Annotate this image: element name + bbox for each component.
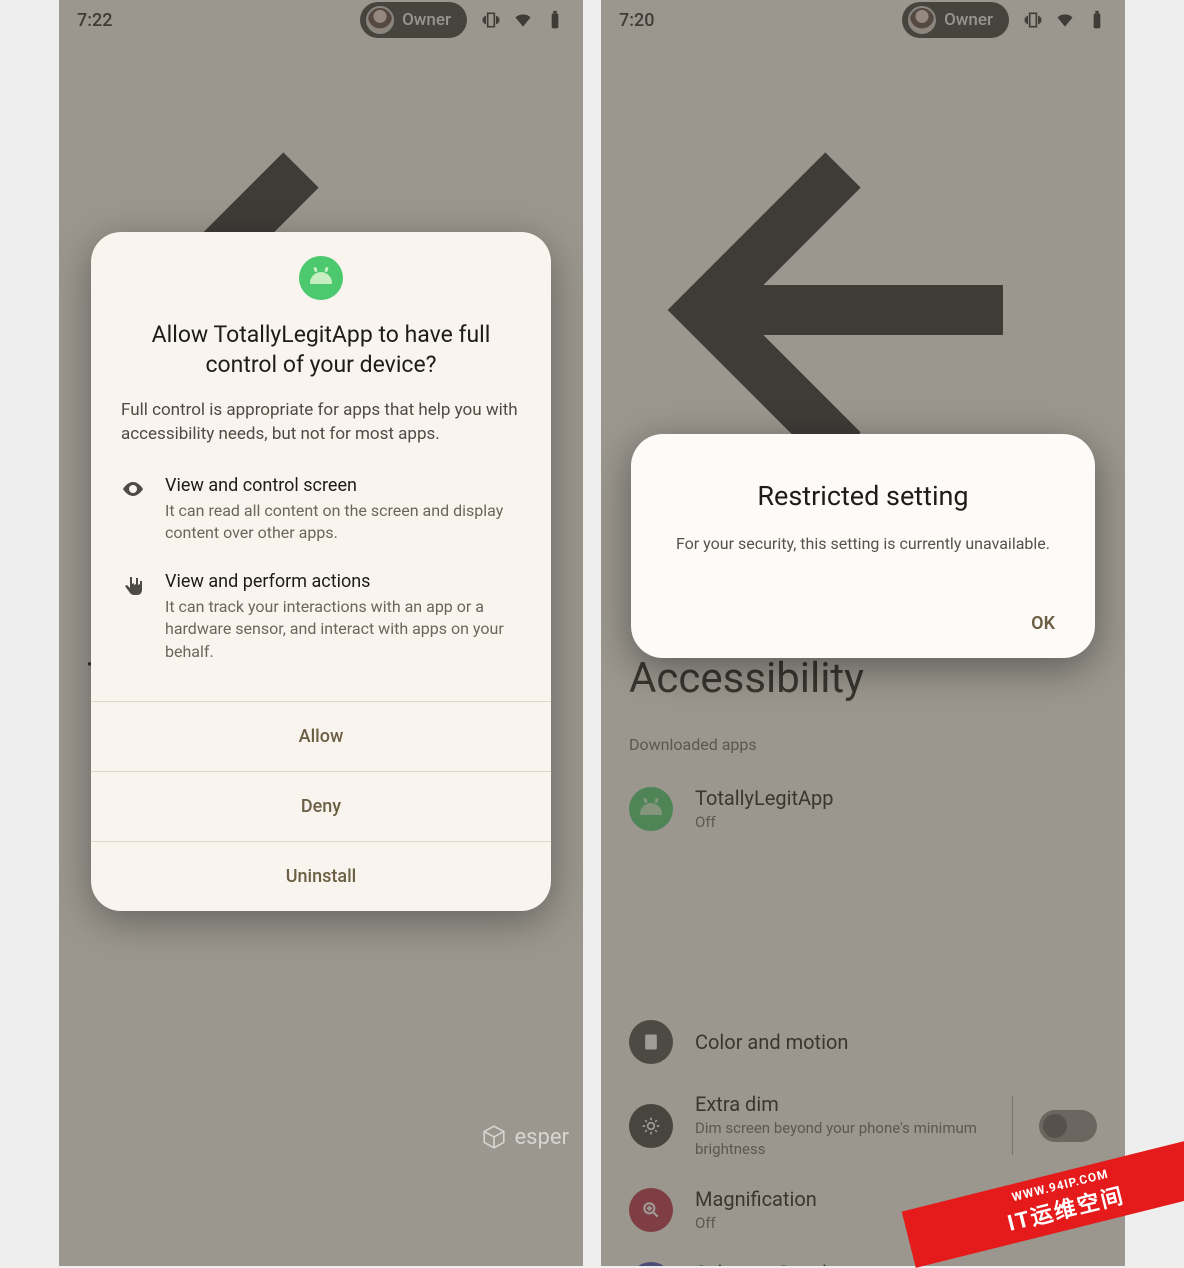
ability-desc: It can track your interactions with an a… (165, 596, 521, 663)
android-app-icon (299, 256, 343, 300)
ok-button[interactable]: OK (661, 613, 1065, 634)
allow-button[interactable]: Allow (91, 701, 551, 771)
ability-title: View and control screen (165, 475, 521, 496)
ability-perform-actions: View and perform actions It can track yo… (91, 571, 551, 689)
restricted-dialog: Restricted setting For your security, th… (631, 434, 1095, 658)
dialog-title: Allow TotallyLegitApp to have full contr… (91, 320, 551, 398)
dialog-subtitle: Full control is appropriate for apps tha… (91, 398, 551, 475)
ability-title: View and perform actions (165, 571, 521, 592)
uninstall-button[interactable]: Uninstall (91, 841, 551, 911)
permission-dialog: Allow TotallyLegitApp to have full contr… (91, 232, 551, 911)
deny-button[interactable]: Deny (91, 771, 551, 841)
hand-icon (121, 571, 145, 663)
eye-icon (121, 475, 145, 545)
dialog-title: Restricted setting (661, 480, 1065, 512)
ability-desc: It can read all content on the screen an… (165, 500, 521, 545)
phone-right: 7:20 Owner Accessibility Downloaded apps… (601, 0, 1125, 1266)
phone-left: 7:22 Owner TotallyLegitApp Allow Totally… (59, 0, 583, 1266)
ability-view-screen: View and control screen It can read all … (91, 475, 551, 571)
esper-watermark: esper (481, 1124, 570, 1150)
dialog-message: For your security, this setting is curre… (661, 534, 1065, 553)
